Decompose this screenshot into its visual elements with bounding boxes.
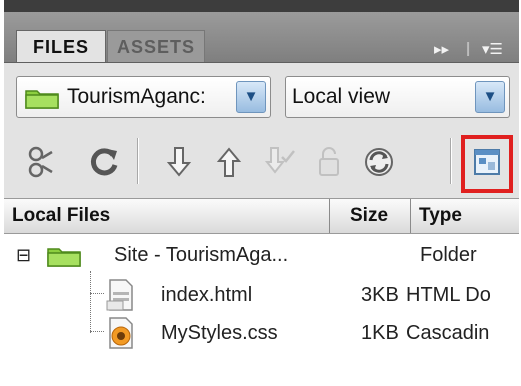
files-panel: FILES ASSETS ▸▸ | ▾☰ TourismAganc: ▼ Loc…	[4, 0, 519, 386]
highlight-box	[461, 135, 513, 193]
check-in-icon[interactable]	[309, 142, 349, 182]
file-type: Folder	[420, 244, 477, 266]
chevron-down-icon[interactable]: ▼	[475, 81, 505, 113]
listing-header: Local Files Size Type	[4, 199, 519, 234]
toolbar-separator	[450, 138, 451, 184]
separator-glyph: |	[466, 40, 471, 57]
column-divider[interactable]	[410, 199, 411, 233]
view-dropdown[interactable]: Local view ▼	[285, 76, 510, 118]
file-name: index.html	[161, 284, 253, 306]
file-name: Site - TourismAga...	[114, 244, 289, 266]
file-type: Cascadin	[406, 322, 490, 344]
view-dropdown-value: Local view	[292, 85, 391, 108]
panel-tab-bar: FILES ASSETS ▸▸ | ▾☰	[4, 12, 519, 63]
css-file-icon	[109, 317, 133, 349]
file-name: MyStyles.css	[161, 322, 278, 344]
panel-options-menu-icon[interactable]: ▾☰	[482, 40, 503, 58]
panel-top-strip	[4, 0, 519, 12]
site-view-row: TourismAganc: ▼ Local view ▼	[4, 63, 519, 128]
put-files-icon[interactable]	[209, 142, 249, 182]
files-toolbar	[4, 128, 519, 198]
fast-forward-icon[interactable]: ▸▸	[434, 40, 449, 58]
folder-icon	[47, 248, 81, 267]
chevron-down-icon[interactable]: ▼	[236, 81, 266, 113]
tab-assets[interactable]: ASSETS	[107, 30, 205, 62]
collapse-toggle-icon[interactable]: ⊟	[16, 235, 31, 275]
table-row[interactable]: MyStyles.css 1KB Cascadin	[4, 313, 519, 353]
get-files-icon[interactable]	[159, 142, 199, 182]
synchronize-icon[interactable]	[359, 142, 399, 182]
html-file-icon	[106, 279, 133, 311]
table-row[interactable]: ⊟ Site - TourismAga... Folder	[4, 235, 519, 275]
file-listing: Local Files Size Type ⊟ Site - TourismAg…	[4, 198, 519, 386]
file-size: 3KB	[361, 284, 399, 306]
toolbar-separator	[137, 138, 138, 184]
column-header-size[interactable]: Size	[350, 199, 388, 233]
file-size: 1KB	[361, 322, 399, 344]
check-out-icon[interactable]	[259, 142, 299, 182]
column-divider[interactable]	[329, 199, 330, 233]
connect-icon[interactable]	[24, 142, 64, 182]
tab-files[interactable]: FILES	[16, 30, 106, 62]
column-header-local-files[interactable]: Local Files	[12, 199, 110, 233]
column-header-type[interactable]: Type	[419, 199, 462, 233]
site-dropdown[interactable]: TourismAganc: ▼	[16, 76, 271, 118]
site-dropdown-value: TourismAganc:	[67, 85, 206, 108]
file-type: HTML Do	[406, 284, 491, 306]
folder-icon	[25, 90, 59, 109]
table-row[interactable]: index.html 3KB HTML Do	[4, 275, 519, 315]
refresh-icon[interactable]	[84, 142, 124, 182]
